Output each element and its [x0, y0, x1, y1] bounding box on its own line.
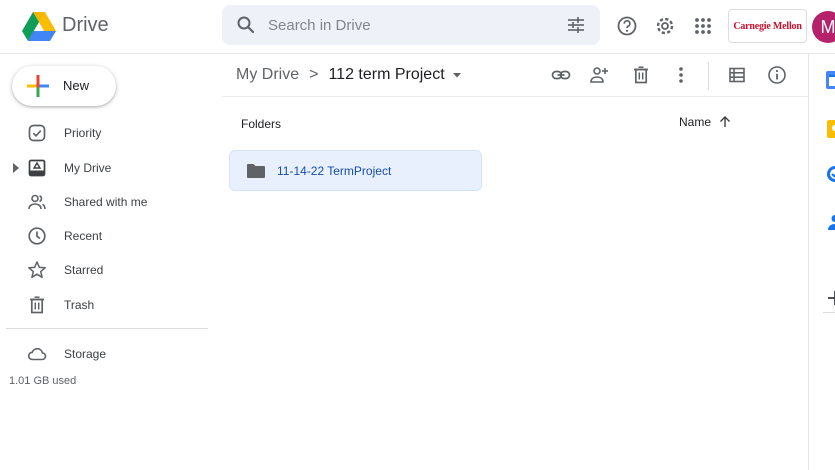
- clock-icon: [28, 227, 46, 245]
- side-panel-divider: [823, 312, 835, 313]
- sidebar-item-label: My Drive: [64, 161, 112, 175]
- keep-notes-icon[interactable]: [825, 119, 835, 139]
- contacts-icon[interactable]: [825, 212, 835, 232]
- sidebar-item-priority[interactable]: Priority: [0, 118, 208, 148]
- sort-label: Name: [679, 115, 712, 129]
- sidebar-item-recent[interactable]: Recent: [0, 221, 208, 251]
- storage-used-text: 1.01 GB used: [9, 375, 77, 387]
- trash-icon[interactable]: [631, 65, 651, 85]
- top-app-bar: Drive Car: [0, 0, 835, 54]
- breadcrumb-current-folder[interactable]: 112 term Project: [328, 66, 444, 84]
- calendar-icon[interactable]: [825, 70, 835, 90]
- tasks-icon[interactable]: [825, 164, 835, 184]
- help-icon[interactable]: [616, 15, 638, 37]
- list-view-icon[interactable]: [727, 65, 747, 85]
- apps-grid-icon[interactable]: [692, 15, 714, 37]
- drive-brand-name[interactable]: Drive: [62, 14, 109, 37]
- cloud-icon: [27, 347, 47, 361]
- organization-logo[interactable]: Carnegie Mellon: [728, 9, 807, 43]
- folder-card[interactable]: 11-14-22 TermProject: [229, 150, 482, 191]
- sidebar-divider: [6, 328, 208, 329]
- search-bar[interactable]: [222, 5, 600, 45]
- toolbar-separator: [222, 96, 808, 97]
- sidebar-item-label: Shared with me: [64, 195, 148, 209]
- folder-name: 11-14-22 TermProject: [277, 164, 392, 178]
- search-options-icon[interactable]: [566, 15, 586, 35]
- search-icon[interactable]: [236, 15, 256, 35]
- trash-icon: [30, 296, 44, 314]
- expand-arrow-icon[interactable]: [12, 163, 20, 173]
- side-panel: [808, 54, 835, 470]
- sidebar-item-label: Starred: [64, 263, 104, 277]
- folders-section-title: Folders: [241, 117, 282, 131]
- link-icon[interactable]: [551, 65, 571, 85]
- search-input[interactable]: [268, 15, 538, 35]
- breadcrumb: My Drive > 112 term Project: [236, 66, 462, 84]
- sidebar-item-label: Priority: [64, 126, 102, 140]
- add-person-icon[interactable]: [589, 65, 609, 85]
- info-icon[interactable]: [767, 65, 787, 85]
- sidebar-item-shared-with-me[interactable]: Shared with me: [0, 187, 208, 217]
- star-icon: [28, 261, 46, 279]
- arrow-up-icon[interactable]: [719, 116, 731, 128]
- shared-people-icon: [28, 194, 46, 210]
- sidebar-item-my-drive[interactable]: My Drive: [0, 153, 208, 183]
- new-button[interactable]: New: [12, 66, 116, 106]
- sort-by-name-button[interactable]: Name: [679, 115, 731, 129]
- chevron-down-icon[interactable]: [452, 70, 462, 80]
- sidebar-item-label: Trash: [64, 298, 95, 312]
- breadcrumb-separator: >: [309, 66, 319, 83]
- sidebar-item-trash[interactable]: Trash: [0, 290, 208, 320]
- drive-logo-icon[interactable]: [22, 12, 56, 42]
- sidebar-item-storage[interactable]: Storage: [0, 339, 208, 369]
- toolbar-divider: [708, 62, 709, 90]
- breadcrumb-my-drive[interactable]: My Drive: [236, 66, 299, 84]
- sidebar-item-label: Recent: [64, 229, 103, 243]
- settings-gear-icon[interactable]: [654, 15, 676, 37]
- new-button-label: New: [63, 78, 90, 93]
- sidebar-item-starred[interactable]: Starred: [0, 255, 208, 285]
- add-icon[interactable]: [825, 288, 835, 308]
- priority-check-icon: [28, 124, 46, 142]
- folder-icon: [247, 164, 265, 178]
- plus-icon: [27, 75, 49, 97]
- storage-label: Storage: [64, 347, 107, 361]
- account-avatar[interactable]: M: [812, 11, 835, 43]
- my-drive-icon: [28, 159, 46, 177]
- more-vertical-icon[interactable]: [671, 65, 691, 85]
